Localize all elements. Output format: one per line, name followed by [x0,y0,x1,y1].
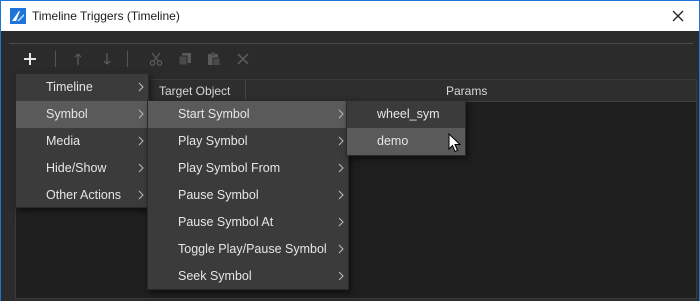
menu-item-play-symbol[interactable]: Play Symbol [148,128,348,155]
menu-item-label: Play Symbol [178,134,248,148]
copy-icon[interactable] [176,49,194,69]
menu-item-label: Seek Symbol [178,269,252,283]
app-logo-icon [10,8,26,24]
divider [9,43,693,44]
context-menu-symbol: Start Symbol Play Symbol Play Symbol Fro… [147,100,349,290]
menu-item-label: wheel_sym [377,107,440,121]
menu-item-label: Toggle Play/Pause Symbol [178,242,327,256]
plus-icon[interactable] [21,49,39,69]
chevron-right-icon [137,162,145,174]
menu-item-label: Hide/Show [46,161,107,175]
chevron-right-icon [337,243,345,255]
toolbar-separator [127,51,128,67]
menu-item-label: Other Actions [46,188,122,202]
menu-item-seek-symbol[interactable]: Seek Symbol [148,263,348,290]
close-icon[interactable] [669,7,687,25]
chevron-right-icon [137,189,145,201]
menu-item-label: Pause Symbol [178,188,259,202]
menu-item-media[interactable]: Media [16,128,148,155]
menu-item-hide-show[interactable]: Hide/Show [16,155,148,182]
cut-icon[interactable] [147,49,165,69]
menu-item-other-actions[interactable]: Other Actions [16,182,148,209]
column-header-params[interactable]: Params [446,84,487,98]
arrow-up-icon[interactable] [69,49,87,69]
menu-item-label: Play Symbol From [178,161,281,175]
menu-item-start-symbol[interactable]: Start Symbol [148,101,348,128]
menu-item-timeline[interactable]: Timeline [16,74,148,101]
menu-item-label: Pause Symbol At [178,215,274,229]
column-separator [245,80,246,102]
context-menu-main: Timeline Symbol Media Hide/Show Other Ac… [15,73,149,208]
menu-item-symbol[interactable]: Symbol [16,101,148,128]
menu-item-pause-symbol-at[interactable]: Pause Symbol At [148,209,348,236]
chevron-right-icon [337,135,345,147]
menu-item-label: Media [46,134,81,148]
column-header-target-object[interactable]: Target Object [159,84,230,98]
chevron-right-icon [337,216,345,228]
window-title: Timeline Triggers (Timeline) [32,9,180,23]
chevron-right-icon [337,162,345,174]
menu-item-wheel-sym[interactable]: wheel_sym [347,101,465,128]
chevron-right-icon [337,108,345,120]
delete-icon[interactable] [234,49,252,69]
arrow-down-icon[interactable] [98,49,116,69]
window-titlebar[interactable]: Timeline Triggers (Timeline) [0,0,700,31]
menu-item-toggle-play-pause-symbol[interactable]: Toggle Play/Pause Symbol [148,236,348,263]
chevron-right-icon [337,189,345,201]
menu-item-label: demo [377,134,409,148]
menu-item-label: Symbol [46,107,88,121]
menu-item-label: Start Symbol [178,107,250,121]
menu-item-pause-symbol[interactable]: Pause Symbol [148,182,348,209]
chevron-right-icon [337,270,345,282]
chevron-right-icon [137,108,145,120]
toolbar [9,49,269,69]
mouse-cursor-icon [448,132,462,153]
menu-item-play-symbol-from[interactable]: Play Symbol From [148,155,348,182]
menu-item-label: Timeline [46,80,93,94]
chevron-right-icon [137,135,145,147]
chevron-right-icon [137,81,145,93]
toolbar-separator [55,51,56,67]
paste-icon[interactable] [205,49,223,69]
